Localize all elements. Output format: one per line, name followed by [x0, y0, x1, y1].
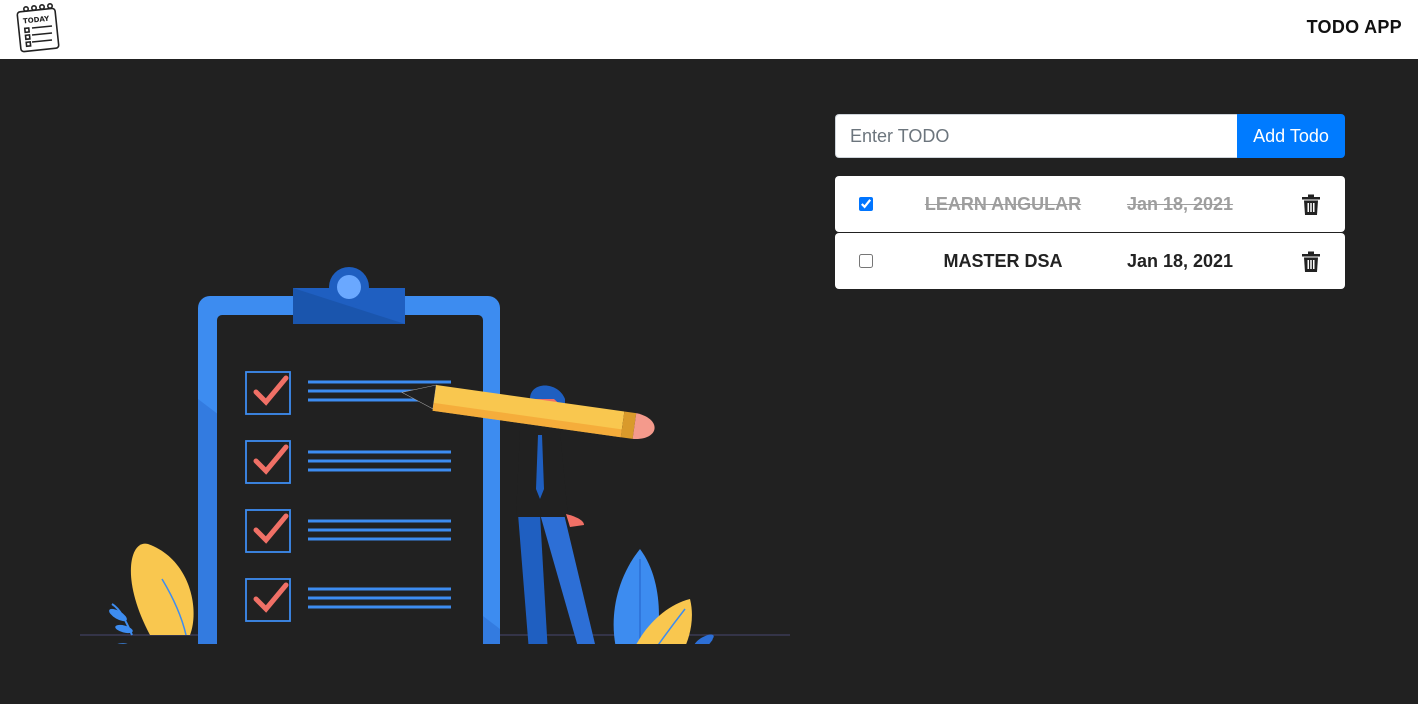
clipboard-illustration	[80, 267, 790, 644]
todo-input[interactable]	[835, 114, 1237, 158]
todo-date: Jan 18, 2021	[1126, 194, 1234, 214]
todo-item: MASTER DSA Jan 18, 2021	[835, 233, 1345, 289]
trash-icon[interactable]	[1301, 194, 1321, 216]
navbar: TODAY TODO APP	[0, 0, 1418, 59]
todo-title: LEARN ANGULAR	[924, 194, 1082, 214]
trash-icon[interactable]	[1301, 251, 1321, 273]
todo-title: MASTER DSA	[943, 251, 1063, 271]
notepad-logo-icon[interactable]: TODAY	[14, 3, 64, 53]
add-todo-form: Add Todo	[835, 114, 1345, 158]
add-todo-button[interactable]: Add Todo	[1237, 114, 1345, 158]
todo-item: LEARN ANGULAR Jan 18, 2021	[835, 176, 1345, 232]
app-title[interactable]: TODO APP	[1307, 17, 1402, 38]
todo-complete-checkbox[interactable]	[859, 197, 873, 211]
todo-complete-checkbox[interactable]	[859, 254, 873, 268]
todo-date: Jan 18, 2021	[1126, 251, 1234, 271]
todo-list: LEARN ANGULAR Jan 18, 2021 MASTER DSA Ja…	[835, 176, 1345, 290]
